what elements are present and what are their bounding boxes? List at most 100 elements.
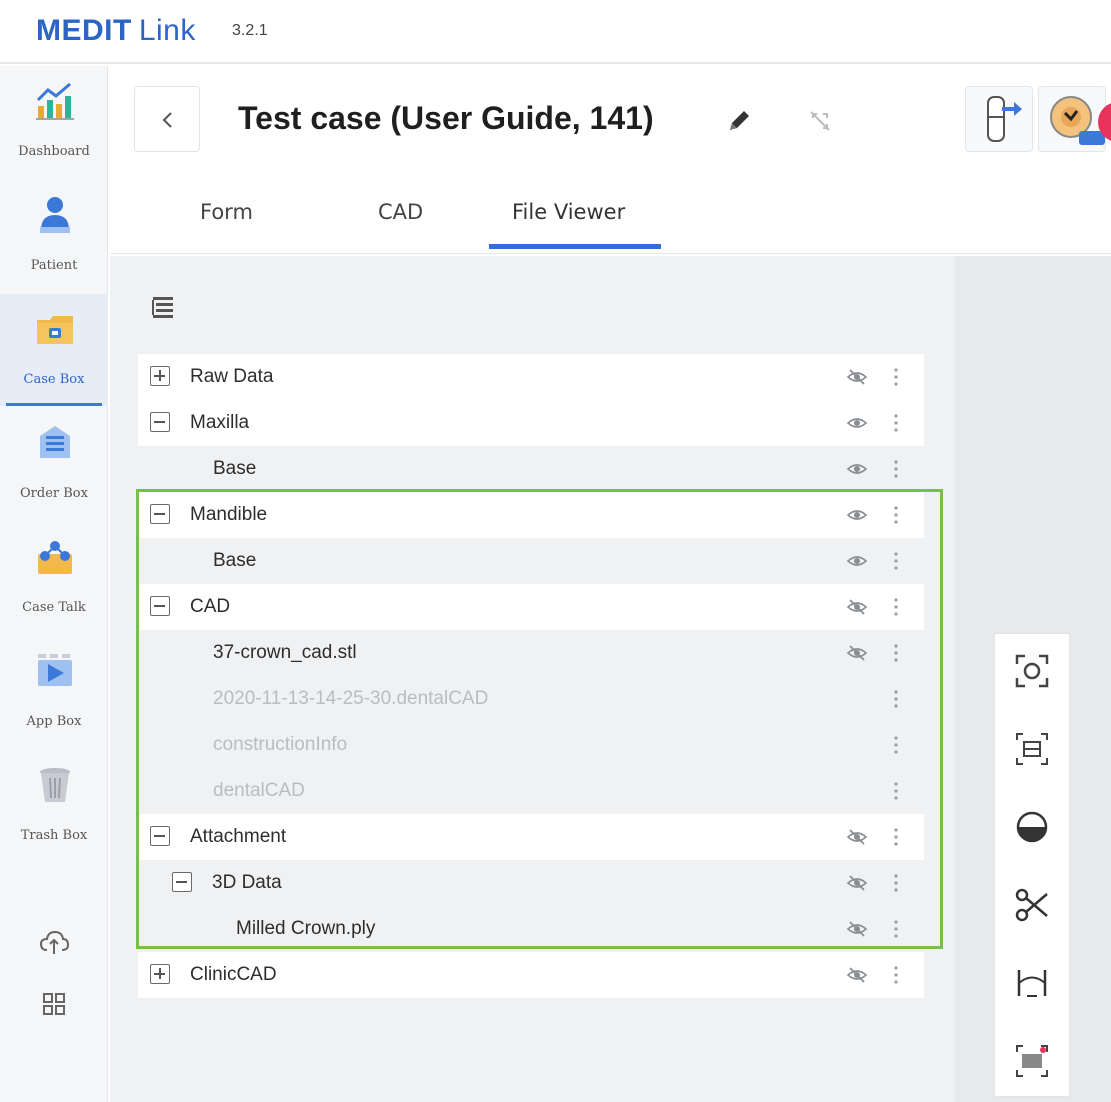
tree-row[interactable]: CAD [138,584,924,630]
tree-row[interactable]: Mandible [138,492,924,538]
nav-item-trash-box[interactable]: Trash Box [0,750,108,862]
order-box-icon [40,426,70,458]
cloud-upload-icon[interactable] [38,926,70,958]
tree-row[interactable]: 2020-11-13-14-25-30.dentalCAD [138,676,924,722]
scanner-export-icon [987,96,1022,142]
grid-apps-icon[interactable] [38,988,70,1020]
more-options-icon[interactable] [890,458,902,480]
viewer-app-icon [1050,96,1105,145]
tree-row[interactable]: constructionInfo [138,722,924,768]
case-header: Test case (User Guide, 141) [110,66,1111,186]
more-options-icon[interactable] [890,780,902,802]
more-options-icon[interactable] [890,826,902,848]
more-options-icon[interactable] [890,550,902,572]
visibility-off-icon[interactable] [846,919,868,939]
tree-row[interactable]: 3D Data [138,860,924,906]
unlink-icon[interactable] [805,106,835,136]
viewer-app-button[interactable] [1038,86,1106,152]
tree-item-label: Base [213,458,257,479]
nav-label-patient: Patient [30,258,78,273]
collapse-icon[interactable] [172,872,192,892]
visibility-off-icon[interactable] [846,873,868,893]
view-center-icon[interactable] [1013,730,1051,768]
expand-icon[interactable] [150,366,170,386]
nav-label-case-talk: Case Talk [22,600,86,615]
app-version: 3.2.1 [232,22,268,39]
tree-item-label: Mandible [190,504,268,525]
tab-file-viewer[interactable]: File Viewer [512,200,625,224]
case-box-icon [37,316,73,344]
tree-item-label: Base [213,550,257,571]
collapse-icon[interactable] [150,504,170,524]
back-button[interactable] [134,86,200,152]
tree-row[interactable]: Milled Crown.ply [138,906,924,952]
collapse-icon[interactable] [150,412,170,432]
visibility-off-icon[interactable] [846,827,868,847]
visibility-eye-icon[interactable] [846,459,868,479]
case-talk-icon [38,541,72,574]
collapse-icon[interactable] [150,596,170,616]
nav-item-dashboard[interactable]: Dashboard [0,66,108,178]
nav-item-app-box[interactable]: App Box [0,636,108,748]
tree-item-label: CAD [190,596,231,617]
nav-item-case-talk[interactable]: Case Talk [0,522,108,634]
more-options-icon[interactable] [890,642,902,664]
nav-item-order-box[interactable]: Order Box [0,408,108,520]
patient-icon [40,197,70,233]
visibility-off-icon[interactable] [846,597,868,617]
scissors-icon[interactable] [1013,886,1051,924]
viewer-toolbar [994,633,1070,1097]
tree-row[interactable]: ClinicCAD [138,952,924,998]
more-options-icon[interactable] [890,412,902,434]
tab-form[interactable]: Form [200,200,253,224]
more-options-icon[interactable] [890,872,902,894]
more-options-icon[interactable] [890,366,902,388]
visibility-eye-icon[interactable] [846,413,868,433]
more-options-icon[interactable] [890,734,902,756]
screenshot-icon[interactable] [1013,1042,1051,1080]
more-options-icon[interactable] [890,504,902,526]
nav-label-dashboard: Dashboard [18,144,90,159]
active-tab-indicator [489,244,661,249]
case-title: Test case (User Guide, 141) [238,100,654,136]
visibility-eye-icon[interactable] [846,505,868,525]
tree-list-icon[interactable] [150,294,178,322]
clip-plane-icon[interactable] [1013,808,1051,846]
nav-label-case-box: Case Box [23,372,85,387]
brand-name: MEDIT [36,14,132,47]
tree-row[interactable]: Maxilla [138,400,924,446]
tree-item-label: Maxilla [190,412,250,433]
tab-cad[interactable]: CAD [378,200,423,224]
measure-icon[interactable] [1013,964,1051,1002]
nav-item-case-box[interactable]: Case Box [0,294,108,406]
edit-pencil-icon[interactable] [724,106,754,136]
tree-item-label: constructionInfo [213,734,348,755]
tree-item-label: 3D Data [212,872,282,893]
tree-row[interactable]: dentalCAD [138,768,924,814]
visibility-off-icon[interactable] [846,643,868,663]
more-options-icon[interactable] [890,964,902,986]
scanner-export-button[interactable] [965,86,1033,152]
tree-item-label: ClinicCAD [190,964,277,985]
expand-icon[interactable] [150,964,170,984]
more-options-icon[interactable] [890,918,902,940]
collapse-icon[interactable] [150,826,170,846]
chart-icon [36,82,74,120]
visibility-off-icon[interactable] [846,367,868,387]
more-options-icon[interactable] [890,596,902,618]
tree-item-label: Milled Crown.ply [236,918,376,939]
tree-row[interactable]: Attachment [138,814,924,860]
nav-item-patient[interactable]: Patient [0,180,108,292]
tree-row[interactable]: Base [138,538,924,584]
tree-item-label: 2020-11-13-14-25-30.dentalCAD [213,688,489,709]
tree-row[interactable]: Base [138,446,924,492]
chevron-left-icon [162,112,172,128]
view-focus-icon[interactable] [1013,652,1051,690]
tree-row[interactable]: 37-crown_cad.stl [138,630,924,676]
visibility-eye-icon[interactable] [846,551,868,571]
tree-row[interactable]: Raw Data [138,354,924,400]
visibility-off-icon[interactable] [846,965,868,985]
tree-item-label: Attachment [190,826,287,847]
side-navigation: Dashboard Patient Case Box Order Box Cas… [0,66,108,1102]
more-options-icon[interactable] [890,688,902,710]
